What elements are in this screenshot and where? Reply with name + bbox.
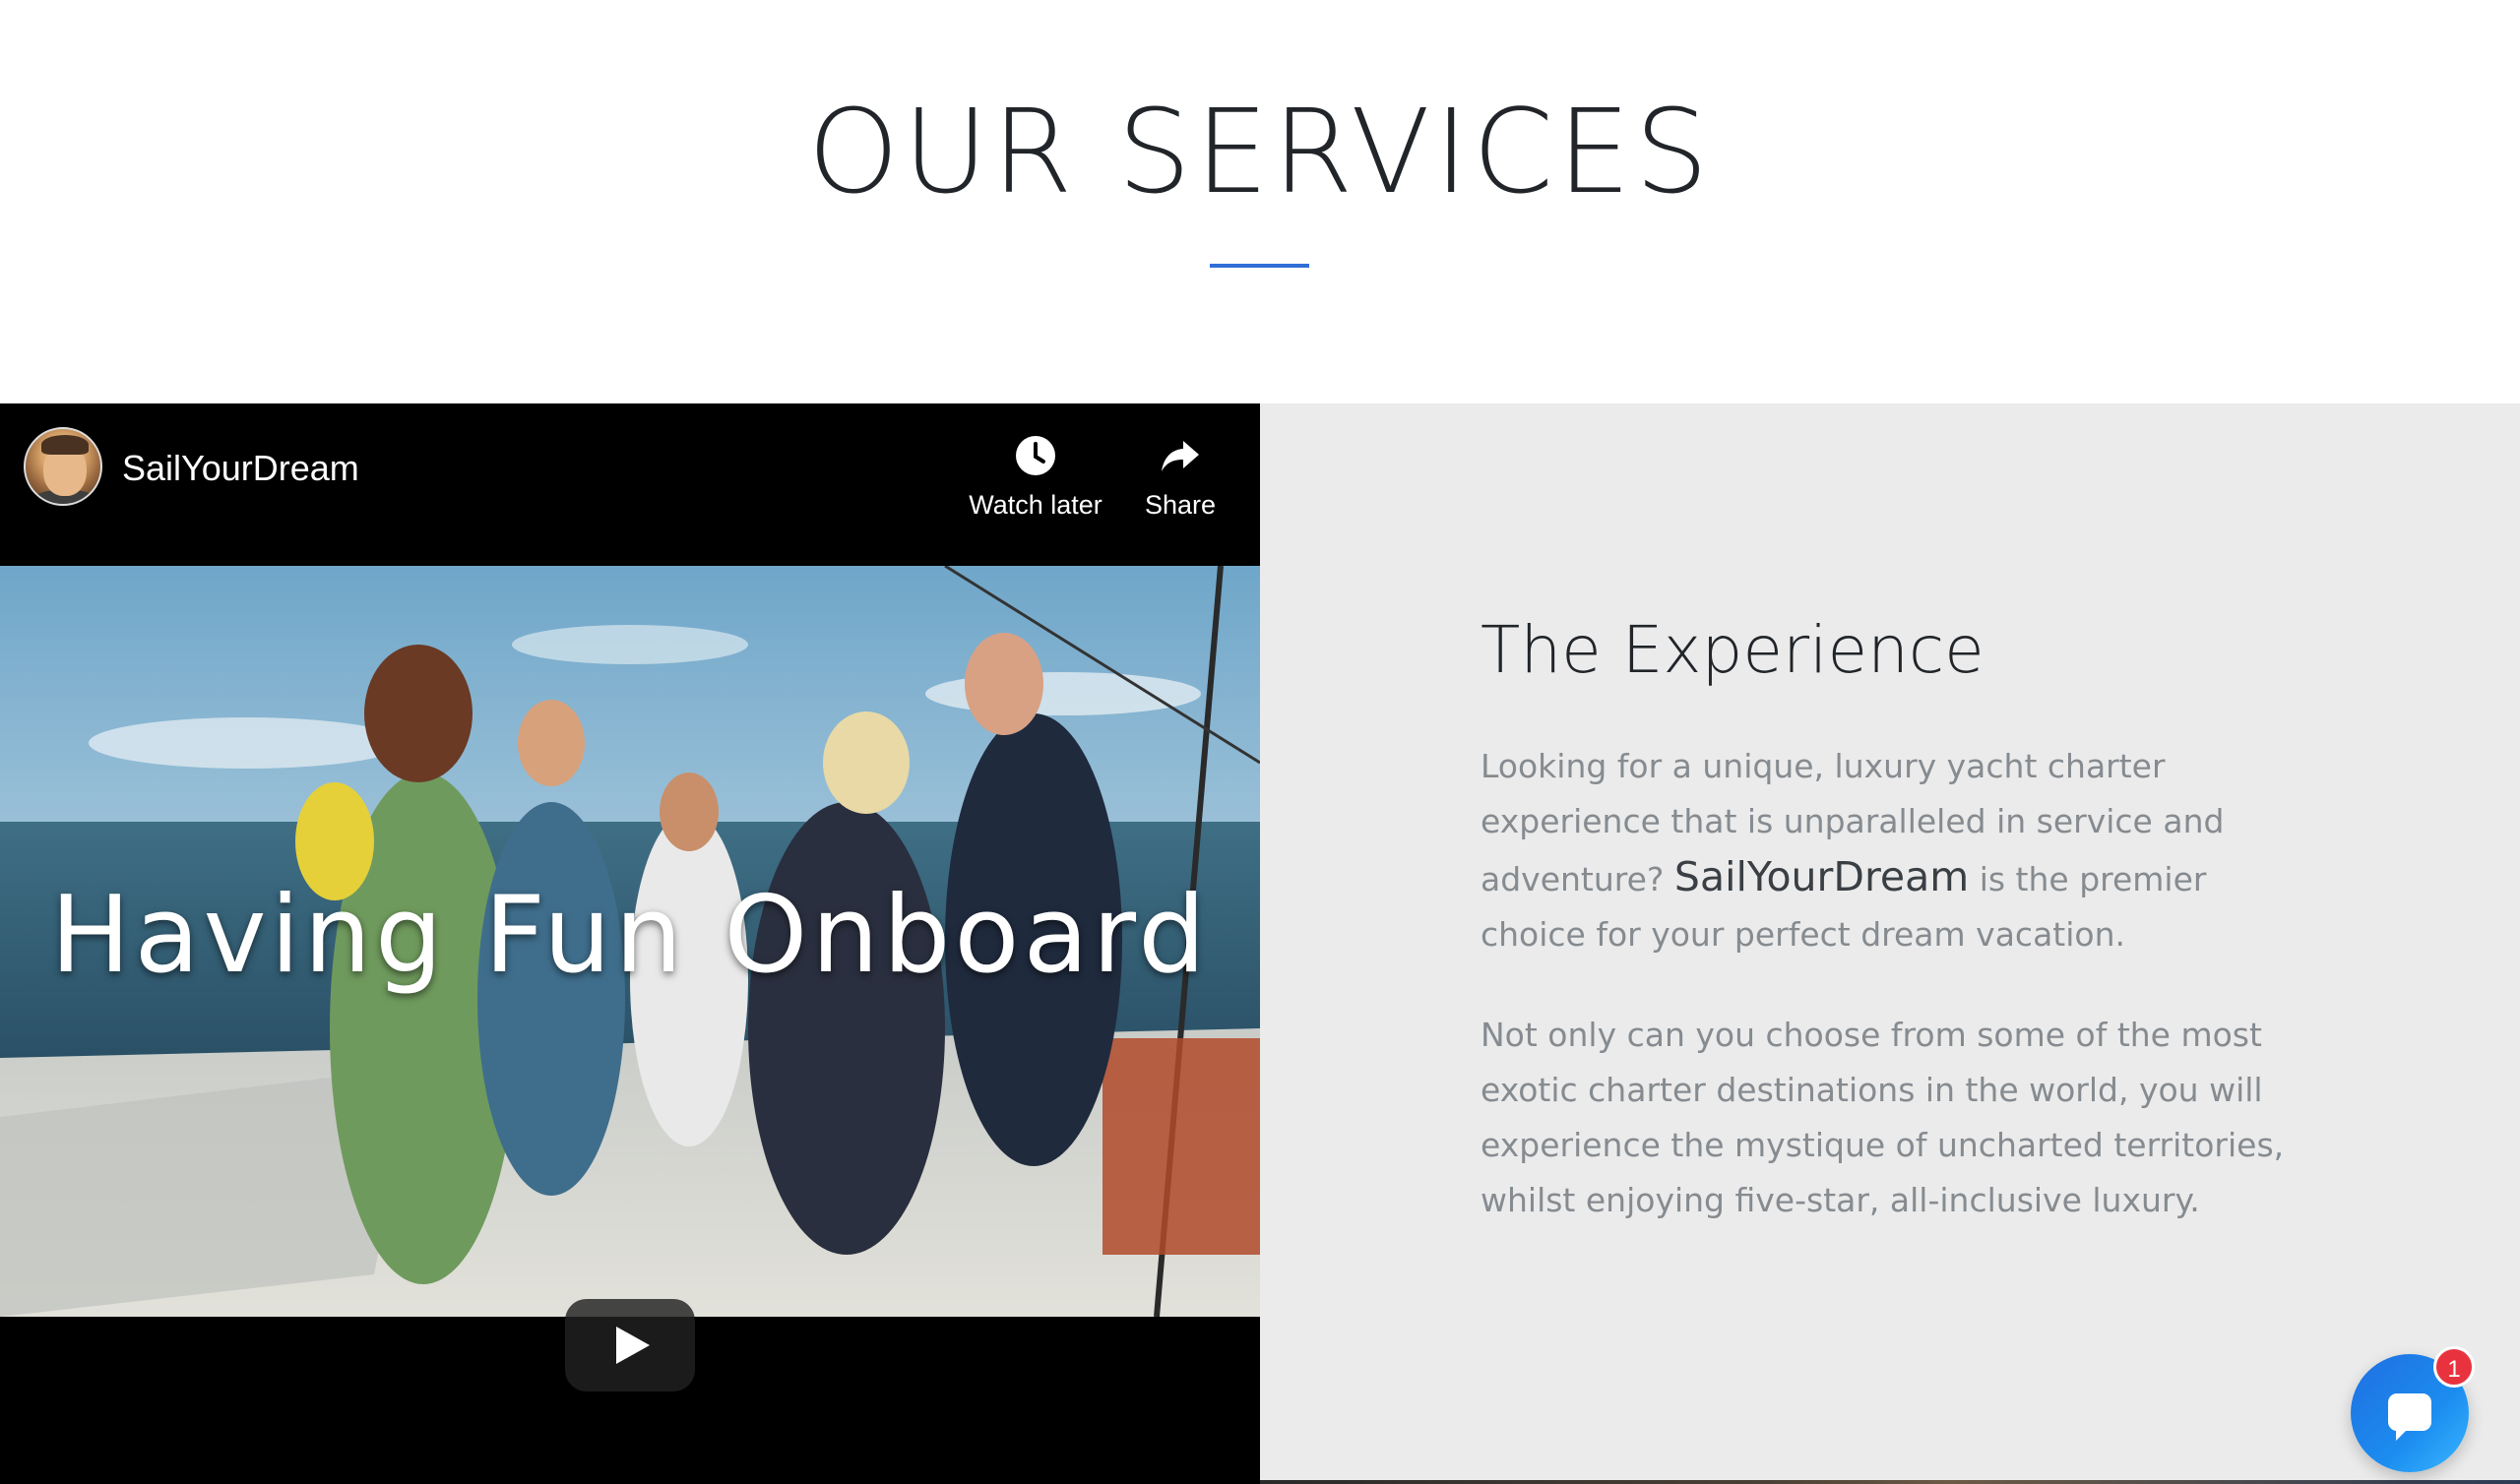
share-label: Share xyxy=(1144,490,1217,520)
video-topbar: SailYourDream Watch later Share xyxy=(0,403,1260,566)
channel-avatar[interactable] xyxy=(24,427,102,506)
clock-icon xyxy=(1016,436,1055,475)
section-title: OUR SERVICES xyxy=(807,84,1713,219)
chat-unread-badge: 1 xyxy=(2433,1346,2475,1388)
services-header: OUR SERVICES xyxy=(0,0,2520,403)
watch-later-label: Watch later xyxy=(969,490,1102,520)
chat-bubble-icon xyxy=(2388,1393,2431,1441)
play-icon xyxy=(616,1327,650,1364)
share-arrow-icon xyxy=(1162,441,1199,471)
channel-name-link[interactable]: SailYourDream xyxy=(122,447,359,489)
experience-title: The Experience xyxy=(1480,612,1984,688)
next-section-edge xyxy=(1260,1480,2520,1484)
youtube-embed[interactable]: SailYourDream Watch later Share Having F… xyxy=(0,403,1260,1484)
watch-later-button[interactable]: Watch later xyxy=(963,433,1108,521)
video-overlay-title: Having Fun Onboard xyxy=(50,874,1210,997)
title-underline xyxy=(1210,264,1309,268)
experience-paragraph-1: Looking for a unique, luxury yacht chart… xyxy=(1480,739,2288,962)
share-button[interactable]: Share xyxy=(1140,433,1221,521)
experience-paragraph-2: Not only can you choose from some of the… xyxy=(1480,1016,2285,1219)
brand-name: SailYourDream xyxy=(1673,853,1970,900)
play-button[interactable] xyxy=(565,1299,695,1391)
